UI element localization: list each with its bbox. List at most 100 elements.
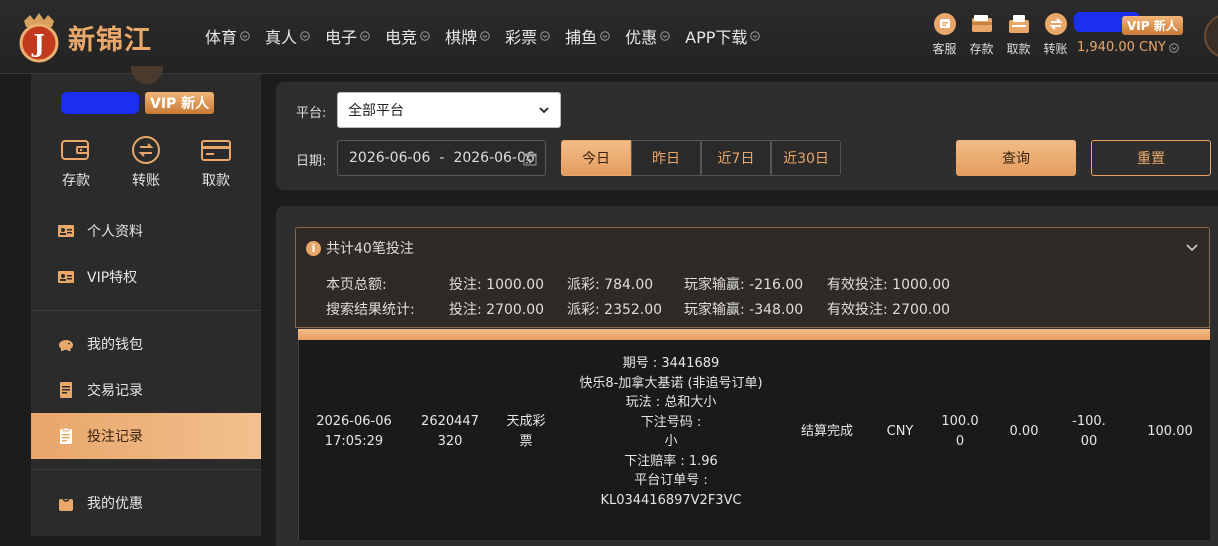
range-yesterday-button[interactable]: 昨日 — [631, 140, 701, 176]
search-payout: 派彩: 2352.00 — [567, 302, 663, 318]
divider — [31, 469, 261, 470]
transfer-icon — [1044, 13, 1067, 35]
sidebar-item-wallet[interactable]: 我的钱包 — [31, 321, 261, 367]
range-today-button[interactable]: 今日 — [561, 140, 631, 176]
transfer-circle-icon — [132, 136, 160, 164]
chevron-down-icon[interactable] — [1185, 240, 1199, 254]
range-30days-button[interactable]: 近30日 — [771, 140, 841, 176]
nav-item-live[interactable]: 真人 — [265, 24, 310, 48]
search-total-label: 搜索结果统计: — [326, 302, 415, 318]
range-7days-button[interactable]: 近7日 — [701, 140, 771, 176]
card-icon — [201, 140, 231, 161]
status-cell: 结算完成 — [800, 424, 853, 439]
search-winloss: 玩家输赢: -348.00 — [684, 302, 804, 318]
customer-service-button[interactable]: 客服 — [926, 12, 963, 57]
sidebar: VIP 新人 存款 转账 取款 个人资料 VIP特权 我的钱包 交易记录 投注记… — [31, 66, 261, 536]
platform-select[interactable]: 全部平台 — [337, 92, 561, 128]
detail-line: 平台订单号 : — [634, 473, 708, 488]
info-icon: i — [306, 240, 321, 256]
summary-title: i 共计40笔投注 — [306, 238, 414, 258]
bet-detail-cell: 期号 : 3441689 快乐8-加拿大基诺 (非追号订单) 玩法 : 总和大小… — [571, 354, 771, 510]
withdraw-button[interactable]: 取款 — [1000, 12, 1037, 57]
chevron-down-icon — [660, 31, 670, 41]
sidebar-transfer-button[interactable]: 转账 — [130, 134, 162, 190]
sidebar-item-profile[interactable]: 个人资料 — [31, 208, 261, 254]
nav-item-sports[interactable]: 体育 — [205, 24, 250, 48]
filter-panel: 平台: 全部平台 日期: 2026-06-06 - 2026-06-06 今日 … — [276, 82, 1218, 190]
sidebar-withdraw-button[interactable]: 取款 — [200, 134, 232, 190]
wallet-label: 转账 — [132, 173, 160, 189]
nav-item-cards[interactable]: 棋牌 — [445, 24, 490, 48]
avatar[interactable] — [1204, 14, 1218, 58]
detail-line: 快乐8-加拿大基诺 (非追号订单) — [579, 375, 763, 391]
chevron-down-icon — [1168, 42, 1179, 53]
date-range-input[interactable]: 2026-06-06 - 2026-06-06 — [337, 140, 546, 176]
gift-icon — [59, 498, 73, 511]
detail-line: 玩法 : 总和大小 — [625, 395, 717, 410]
results-panel: i 共计40笔投注 本页总额: 投注: 1000.00 派彩: 784.00 玩… — [276, 206, 1218, 546]
page-winloss: 玩家输赢: -216.00 — [684, 277, 804, 293]
sidebar-user: VIP 新人 — [61, 90, 221, 114]
logo[interactable]: J 新锦江 — [16, 8, 176, 66]
balance-display[interactable]: 1,940.00 CNY — [1077, 40, 1179, 55]
detail-line: 下注赔率 : 1.96 — [624, 453, 718, 469]
nav-item-lottery[interactable]: 彩票 — [505, 24, 550, 48]
logo-emblem-icon: J — [16, 11, 62, 63]
nav-label: 棋牌 — [445, 28, 478, 47]
sidebar-item-label: 我的优惠 — [87, 496, 143, 512]
sidebar-item-my-promotions[interactable]: 我的优惠 — [31, 480, 261, 526]
query-button[interactable]: 查询 — [956, 140, 1076, 176]
sidebar-avatar — [131, 66, 163, 84]
svg-text:J: J — [31, 29, 44, 58]
sidebar-menu-finance: 我的钱包 交易记录 投注记录 — [31, 321, 261, 476]
reset-button[interactable]: 重置 — [1091, 140, 1211, 176]
deposit-button[interactable]: 存款 — [963, 12, 1000, 57]
sidebar-item-bet-records[interactable]: 投注记录 — [31, 413, 261, 459]
date-separator: - — [439, 150, 445, 166]
detail-line: KL034416897V2F3VC — [600, 492, 742, 508]
game-cell: 天成彩 票 — [491, 412, 561, 451]
winloss-part: -100. — [1072, 414, 1106, 429]
nav-label: 电子 — [325, 28, 358, 47]
sidebar-item-label: 投注记录 — [87, 429, 143, 445]
transfer-button[interactable]: 转账 — [1037, 12, 1074, 57]
nav-label: 体育 — [205, 28, 238, 47]
sidebar-menu-account: 个人资料 VIP特权 — [31, 208, 261, 317]
nav-item-promotions[interactable]: 优惠 — [625, 24, 670, 48]
header-actions: 客服 存款 取款 转账 — [926, 12, 1074, 57]
chevron-down-icon — [240, 31, 250, 41]
bet-date: 2026-06-06 — [316, 414, 392, 429]
date-range-tabs: 今日 昨日 近7日 近30日 — [561, 140, 841, 176]
chevron-down-icon — [750, 31, 761, 41]
bet-amount-cell: 100.0 0 — [935, 412, 985, 451]
bet-summary: i 共计40笔投注 本页总额: 投注: 1000.00 派彩: 784.00 玩… — [295, 227, 1210, 328]
search-valid-bet: 有效投注: 2700.00 — [827, 302, 951, 318]
wallet-label: 取款 — [202, 173, 230, 189]
bet-time-cell: 2026-06-06 17:05:29 — [299, 412, 409, 451]
nav-item-app-download[interactable]: APP下载 — [685, 24, 761, 48]
bet-amount-part: 0 — [955, 433, 965, 449]
nav-item-fishing[interactable]: 捕鱼 — [565, 24, 610, 48]
page-valid-bet: 有效投注: 1000.00 — [827, 277, 951, 293]
sidebar-deposit-button[interactable]: 存款 — [60, 134, 92, 190]
game-name-part: 票 — [519, 433, 533, 449]
nav-item-esports[interactable]: 电竞 — [385, 24, 430, 48]
winloss-part: 00 — [1080, 433, 1098, 449]
sidebar-item-vip[interactable]: VIP特权 — [31, 254, 261, 300]
wallet-icon — [61, 140, 89, 160]
nav-item-slots[interactable]: 电子 — [325, 24, 370, 48]
detail-line: 下注号码 : — [640, 414, 702, 430]
sidebar-item-transactions[interactable]: 交易记录 — [31, 367, 261, 413]
chevron-down-icon — [539, 107, 549, 114]
main-nav: 体育 真人 电子 电竞 棋牌 彩票 捕鱼 优惠 APP下载 — [205, 24, 775, 48]
table-header — [298, 329, 1210, 340]
redacted-username — [61, 92, 139, 114]
page-bet: 投注: 1000.00 — [449, 277, 545, 293]
page-total-row: 本页总额: 投注: 1000.00 派彩: 784.00 玩家输赢: -216.… — [326, 274, 950, 294]
detail-line: 期号 : 3441689 — [622, 356, 720, 371]
user-info[interactable]: VIP 新人 1,940.00 CNY — [1070, 12, 1185, 62]
nav-label: 优惠 — [625, 28, 658, 47]
game-name-part: 天成彩 — [506, 414, 546, 429]
nav-label: 彩票 — [505, 28, 538, 47]
vip-card-icon — [58, 271, 74, 283]
